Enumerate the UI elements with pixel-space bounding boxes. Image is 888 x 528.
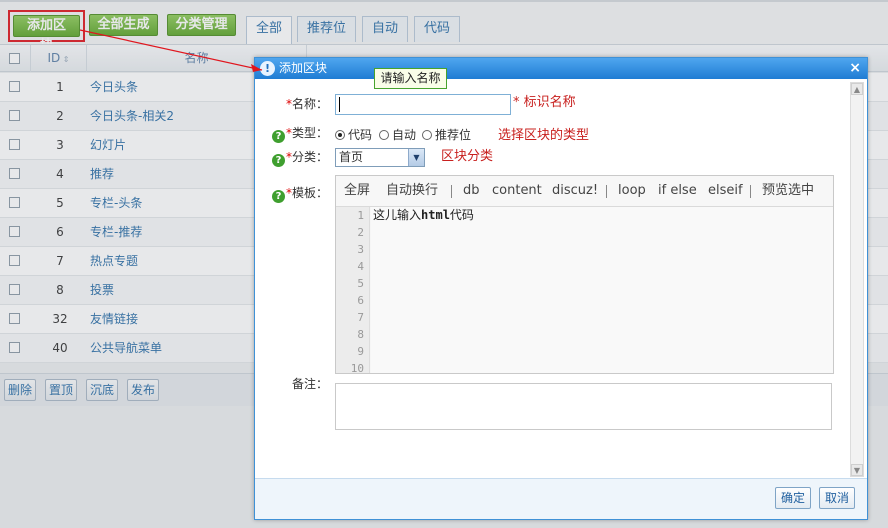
editor-db-button[interactable]: db <box>463 176 480 205</box>
template-code-editor[interactable]: 全屏 自动换行 db content discuz! loop if else … <box>335 175 834 374</box>
category-selected-value: 首页 <box>339 150 364 164</box>
toolbar-divider <box>606 185 607 198</box>
type-hint: 选择区块的类型 <box>498 128 590 143</box>
help-icon[interactable]: ? <box>271 130 285 143</box>
radio-icon <box>422 130 432 140</box>
template-label: ? *模板： <box>255 183 328 203</box>
scroll-up-icon[interactable]: ▲ <box>851 83 863 95</box>
add-block-dialog: ! 添加区块 × ▲ ▼ *名称： * 标识名称 ? *类型： 代码 自动 推荐位… <box>254 57 868 520</box>
type-radio-code[interactable]: 代码 <box>335 126 372 144</box>
editor-line-gutter: 1 2 3 4 5 6 7 8 9 10 <box>336 207 370 373</box>
editor-loop-button[interactable]: loop <box>618 176 646 205</box>
line-number: 3 <box>357 243 364 256</box>
remark-textarea[interactable] <box>335 383 832 430</box>
cancel-button[interactable]: 取消 <box>819 487 856 509</box>
line-number: 1 <box>357 209 364 222</box>
radio-selected-icon <box>335 130 345 140</box>
line-number: 8 <box>357 328 364 341</box>
type-label: ? *类型： <box>255 123 328 143</box>
line-number: 4 <box>357 260 364 273</box>
editor-code-area[interactable]: 这儿输入html代码 <box>371 207 833 373</box>
editor-discuz-button[interactable]: discuz! <box>552 176 598 205</box>
text-caret <box>339 97 340 112</box>
editor-ifelse-button[interactable]: if else <box>658 176 697 205</box>
code-line: 这儿输入html代码 <box>373 208 474 222</box>
line-number: 9 <box>357 345 364 358</box>
dialog-title-bar[interactable]: ! 添加区块 × <box>255 58 867 79</box>
editor-elseif-button[interactable]: elseif <box>708 176 743 205</box>
editor-preview-button[interactable]: 预览选中 <box>762 176 814 205</box>
line-number: 6 <box>357 294 364 307</box>
dialog-scrollbar[interactable]: ▲ ▼ <box>850 82 864 477</box>
name-tooltip: 请输入名称 <box>374 68 447 89</box>
radio-icon <box>379 130 389 140</box>
dialog-title: 添加区块 <box>279 61 328 75</box>
close-icon[interactable]: × <box>849 58 861 79</box>
chevron-down-icon[interactable]: ▼ <box>408 149 424 166</box>
category-hint: 区块分类 <box>441 149 494 164</box>
dialog-footer: 确定 取消 <box>255 478 867 519</box>
type-radio-auto[interactable]: 自动 <box>379 126 416 144</box>
editor-content-button[interactable]: content <box>492 176 542 205</box>
toolbar-divider <box>750 185 751 198</box>
confirm-button[interactable]: 确定 <box>775 487 812 509</box>
scroll-down-icon[interactable]: ▼ <box>851 464 863 476</box>
category-select[interactable]: 首页 ▼ <box>335 148 425 167</box>
remark-label: 备注： <box>291 377 328 391</box>
name-hint: * 标识名称 <box>513 95 576 110</box>
line-number: 7 <box>357 311 364 324</box>
editor-wordwrap-button[interactable]: 自动换行 <box>386 176 438 205</box>
toolbar-divider <box>451 185 452 198</box>
help-icon[interactable]: ? <box>271 154 285 167</box>
type-radio-recommend[interactable]: 推荐位 <box>422 126 471 144</box>
editor-fullscreen-button[interactable]: 全屏 <box>344 176 370 205</box>
info-icon: ! <box>260 61 275 76</box>
editor-toolbar: 全屏 自动换行 db content discuz! loop if else … <box>336 176 833 207</box>
name-label: *名称： <box>285 97 328 111</box>
line-number: 5 <box>357 277 364 290</box>
name-input[interactable] <box>335 94 511 115</box>
line-number: 10 <box>350 362 364 373</box>
help-icon[interactable]: ? <box>271 190 285 203</box>
category-label: ? *分类： <box>255 147 328 167</box>
line-number: 2 <box>357 226 364 239</box>
